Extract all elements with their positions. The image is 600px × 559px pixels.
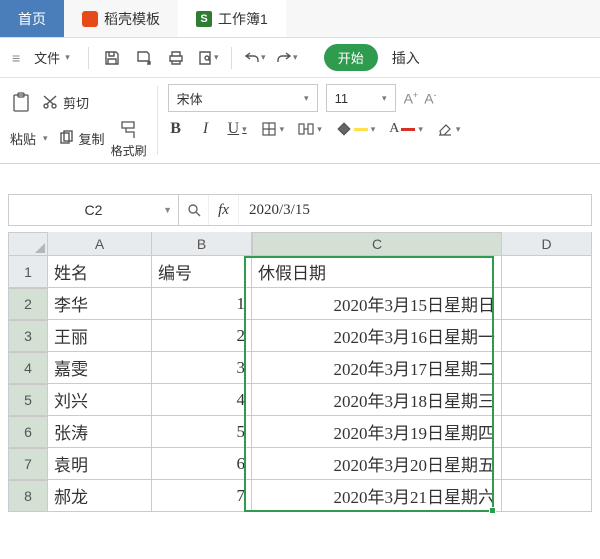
italic-button[interactable]: I (198, 120, 214, 138)
cell[interactable]: 2020年3月18日星期三 (252, 384, 502, 416)
save-as-button[interactable] (131, 45, 157, 71)
redo-button[interactable]: ▾ (274, 45, 300, 71)
cell[interactable]: 2020年3月20日星期五 (252, 448, 502, 480)
copy-button[interactable]: 复制 (58, 129, 105, 148)
cell[interactable]: 姓名 (48, 256, 152, 288)
fx-button[interactable]: fx (209, 195, 239, 225)
decrease-font-icon[interactable]: A- (424, 90, 436, 107)
cell[interactable]: 6 (152, 448, 252, 480)
format-painter-button[interactable]: 格式刷 (111, 118, 147, 159)
cell[interactable]: 1 (152, 288, 252, 320)
cell[interactable] (502, 384, 592, 416)
paste-label[interactable]: 粘贴▾ (10, 129, 48, 148)
cell[interactable]: 4 (152, 384, 252, 416)
tab-workbook[interactable]: S 工作簿1 (178, 0, 286, 37)
row-header[interactable]: 5 (8, 384, 48, 416)
col-header-b[interactable]: B (152, 232, 252, 256)
row-header[interactable]: 6 (8, 416, 48, 448)
select-all-corner[interactable] (8, 232, 48, 256)
cell[interactable] (502, 352, 592, 384)
app-menu-icon[interactable]: ≡ (12, 50, 20, 66)
tab-templates[interactable]: 稻壳模板 (64, 0, 178, 37)
ribbon: 剪切 粘贴▾ 复制 格式刷 宋体▾ 11▾ A+ A- B I U▾ ▾ ▾ (0, 78, 600, 164)
save-button[interactable] (99, 45, 125, 71)
ribbon-tab-start[interactable]: 开始 (324, 44, 378, 71)
row-header[interactable]: 8 (8, 480, 48, 512)
cell[interactable]: 2020年3月21日星期六 (252, 480, 502, 512)
fill-color-button[interactable]: ▾ (336, 121, 376, 137)
cell[interactable]: 2020年3月16日星期一 (252, 320, 502, 352)
undo-button[interactable]: ▾ (242, 45, 268, 71)
cell[interactable]: 5 (152, 416, 252, 448)
increase-font-icon[interactable]: A+ (404, 90, 419, 107)
cell[interactable]: 张涛 (48, 416, 152, 448)
cell[interactable]: 袁明 (48, 448, 152, 480)
cell[interactable]: 7 (152, 480, 252, 512)
print-preview-button[interactable]: ▾ (195, 45, 221, 71)
zoom-selection-icon[interactable] (179, 195, 209, 225)
col-header-c[interactable]: C (252, 232, 502, 256)
col-header-a[interactable]: A (48, 232, 152, 256)
row-header[interactable]: 2 (8, 288, 48, 320)
row-header[interactable]: 3 (8, 320, 48, 352)
cell[interactable] (502, 288, 592, 320)
cut-button[interactable]: 剪切 (42, 93, 89, 112)
file-menu[interactable]: 文件▾ (26, 44, 78, 71)
row-header[interactable]: 7 (8, 448, 48, 480)
cell[interactable]: 2020年3月15日星期日 (252, 288, 502, 320)
ribbon-tab-insert[interactable]: 插入 (392, 48, 420, 68)
font-name-select[interactable]: 宋体▾ (168, 84, 318, 112)
print-button[interactable] (163, 45, 189, 71)
cell[interactable] (502, 448, 592, 480)
spreadsheet-grid[interactable]: A B C D 1 姓名 编号 休假日期 2李华12020年3月15日星期日 3… (8, 232, 600, 512)
merge-cells-button[interactable]: ▾ (298, 121, 322, 137)
cell[interactable]: 嘉雯 (48, 352, 152, 384)
cell[interactable]: 郝龙 (48, 480, 152, 512)
cell[interactable]: 3 (152, 352, 252, 384)
clear-format-button[interactable]: ▾ (437, 121, 461, 137)
cell[interactable] (502, 256, 592, 288)
row-header[interactable]: 1 (8, 256, 48, 288)
col-header-d[interactable]: D (502, 232, 592, 256)
cell[interactable]: 王丽 (48, 320, 152, 352)
spreadsheet-icon: S (196, 11, 212, 27)
cell[interactable]: 李华 (48, 288, 152, 320)
underline-button[interactable]: U▾ (228, 120, 247, 138)
cell[interactable]: 编号 (152, 256, 252, 288)
cell[interactable]: 休假日期 (252, 256, 502, 288)
formula-input[interactable]: 2020/3/15 (239, 202, 591, 219)
cell[interactable]: 2020年3月19日星期四 (252, 416, 502, 448)
cell[interactable]: 刘兴 (48, 384, 152, 416)
font-color-button[interactable]: A▾ (389, 121, 423, 137)
row-header[interactable]: 4 (8, 352, 48, 384)
wps-icon (82, 11, 98, 27)
cell[interactable] (502, 480, 592, 512)
tab-home[interactable]: 首页 (0, 0, 64, 37)
formula-bar: C2▼ fx 2020/3/15 (8, 194, 592, 226)
cell[interactable] (502, 320, 592, 352)
paste-button[interactable] (10, 91, 32, 113)
name-box[interactable]: C2▼ (9, 195, 179, 225)
document-tabs: 首页 稻壳模板 S 工作簿1 (0, 0, 600, 38)
cell[interactable]: 2020年3月17日星期二 (252, 352, 502, 384)
cell[interactable]: 2 (152, 320, 252, 352)
menubar: ≡ 文件▾ ▾ ▾ ▾ 开始 插入 (0, 38, 600, 78)
borders-button[interactable]: ▾ (261, 121, 285, 137)
font-size-select[interactable]: 11▾ (326, 84, 396, 112)
bold-button[interactable]: B (168, 120, 184, 138)
cell[interactable] (502, 416, 592, 448)
